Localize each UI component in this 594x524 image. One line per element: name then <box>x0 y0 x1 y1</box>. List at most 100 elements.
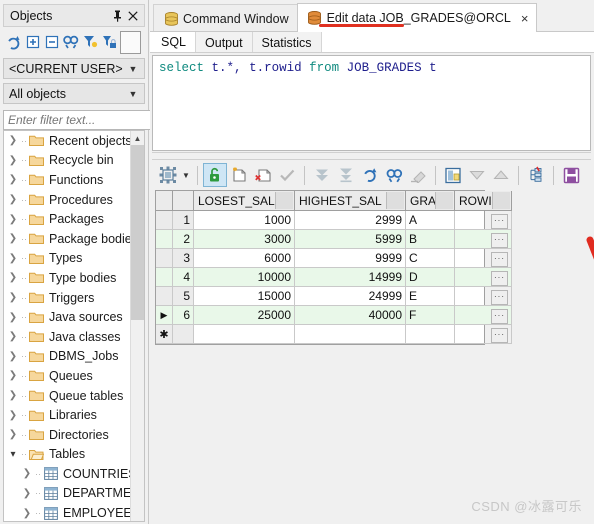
grid-column-header[interactable]: ROWID <box>454 191 512 211</box>
dropdown-caret-icon[interactable]: ▼ <box>180 171 192 180</box>
insert-record-icon[interactable] <box>227 163 251 187</box>
tree-item-java-classes[interactable]: ❯ ·· Java classes <box>4 327 131 347</box>
grid-cell-rowid[interactable]: ··· <box>454 248 512 268</box>
grid-cell[interactable]: 3000 <box>193 229 295 249</box>
rowid-expand-button[interactable]: ··· <box>491 308 508 324</box>
single-record-view-icon[interactable] <box>441 163 465 187</box>
result-tab-statistics[interactable]: Statistics <box>252 32 322 53</box>
save-icon[interactable] <box>559 163 583 187</box>
tree-item-directories[interactable]: ❯ ·· Directories <box>4 425 131 445</box>
chevron-right-icon[interactable]: ❯ <box>6 331 20 342</box>
find-icon[interactable] <box>63 33 80 52</box>
scrollbar-thumb[interactable] <box>131 145 144 320</box>
grid-cell[interactable]: 9999 <box>294 248 406 268</box>
tree-item-tables[interactable]: ▾ ·· Tables <box>4 445 131 465</box>
grid-cell[interactable]: D <box>405 267 455 287</box>
chevron-right-icon[interactable]: ❯ <box>6 292 20 303</box>
tree-item-departmen[interactable]: ❯·· DEPARTMEN <box>4 484 131 504</box>
grid-insert-row[interactable]: ✱ ··· <box>156 324 512 344</box>
tab-close-icon[interactable]: × <box>521 11 529 26</box>
grid-cell[interactable]: F <box>405 305 455 325</box>
tree-item-types[interactable]: ❯ ·· Types <box>4 249 131 269</box>
tree-item-recycle-bin[interactable]: ❯ ·· Recycle bin <box>4 151 131 171</box>
chevron-right-icon[interactable]: ❯ <box>6 410 20 421</box>
chevron-right-icon[interactable]: ❯ <box>6 135 20 146</box>
grid-cell[interactable]: 6000 <box>193 248 295 268</box>
table-row[interactable]: 4 10000 14999 D ··· <box>156 267 512 287</box>
tree-item-java-sources[interactable]: ❯ ·· Java sources <box>4 307 131 327</box>
tree-item-functions[interactable]: ❯ ·· Functions <box>4 170 131 190</box>
tree-item-dbms-jobs[interactable]: ❯ ·· DBMS_Jobs <box>4 347 131 367</box>
grid-cell[interactable]: E <box>405 286 455 306</box>
rowid-expand-button[interactable]: ··· <box>491 213 508 229</box>
chevron-right-icon[interactable]: ❯ <box>20 488 34 499</box>
fetch-next-page-icon[interactable] <box>310 163 334 187</box>
chevron-right-icon[interactable]: ❯ <box>6 272 20 283</box>
grid-cell[interactable] <box>405 324 455 344</box>
grid-cell[interactable] <box>193 324 295 344</box>
column-resize-handle[interactable] <box>435 192 453 209</box>
chevron-right-icon[interactable]: ❯ <box>20 508 34 519</box>
object-type-select[interactable]: All objects ▼ <box>3 83 145 104</box>
fetch-last-page-icon[interactable] <box>334 163 358 187</box>
column-resize-handle[interactable] <box>492 192 510 209</box>
chevron-right-icon[interactable]: ❯ <box>6 233 20 244</box>
column-resize-handle[interactable] <box>386 192 404 209</box>
chevron-right-icon[interactable]: ❯ <box>6 312 20 323</box>
grid-cell[interactable]: 10000 <box>193 267 295 287</box>
grid-cell-rowid[interactable]: ··· <box>454 210 512 230</box>
editor-splitter[interactable] <box>152 152 591 160</box>
collapse-all-icon[interactable] <box>43 33 60 52</box>
grid-cell[interactable]: 25000 <box>193 305 295 325</box>
rowid-expand-button[interactable]: ··· <box>491 289 508 305</box>
tree-item-recent-objects[interactable]: ❯ ·· Recent objects <box>4 131 131 151</box>
grid-cell[interactable]: 5999 <box>294 229 406 249</box>
chevron-right-icon[interactable]: ❯ <box>6 370 20 381</box>
chevron-right-icon[interactable]: ❯ <box>6 174 20 185</box>
grid-cell[interactable]: 40000 <box>294 305 406 325</box>
chevron-down-icon[interactable]: ▾ <box>6 449 20 460</box>
grid-cell-rowid[interactable]: ··· <box>454 324 512 344</box>
result-tab-output[interactable]: Output <box>196 32 253 53</box>
close-icon[interactable] <box>125 7 141 25</box>
window-tab-command-window[interactable]: Command Window <box>153 4 298 32</box>
grid-cell-rowid[interactable]: ··· <box>454 305 512 325</box>
grid-cell[interactable]: 15000 <box>193 286 295 306</box>
tree-scrollbar[interactable]: ▲ <box>130 131 144 521</box>
tree-item-package-bodies[interactable]: ❯ ·· Package bodies <box>4 229 131 249</box>
data-grid[interactable]: LOSEST_SAL HIGHEST_SAL GRA ROWID 110002999A… <box>155 190 512 345</box>
table-row[interactable]: 3 6000 9999 C ··· <box>156 248 512 268</box>
grid-cell[interactable]: 14999 <box>294 267 406 287</box>
table-row[interactable]: 2 3000 5999 B ··· <box>156 229 512 249</box>
grid-column-header[interactable]: LOSEST_SAL <box>193 191 295 211</box>
grid-cell[interactable]: 24999 <box>294 286 406 306</box>
grid-column-header[interactable]: GRA <box>405 191 455 211</box>
tree-item-libraries[interactable]: ❯ ·· Libraries <box>4 405 131 425</box>
user-select[interactable]: <CURRENT USER> ▼ <box>3 58 145 79</box>
column-resize-handle[interactable] <box>275 192 293 209</box>
grid-cell[interactable] <box>294 324 406 344</box>
refresh-icon[interactable] <box>358 163 382 187</box>
rowid-expand-button[interactable]: ··· <box>491 270 508 286</box>
grid-cell[interactable]: 1000 <box>193 210 295 230</box>
grid-cell-rowid[interactable]: ··· <box>454 229 512 249</box>
table-row[interactable]: 5 15000 24999 E ··· <box>156 286 512 306</box>
lock-filter-icon[interactable] <box>101 33 118 52</box>
grid-column-header[interactable]: HIGHEST_SAL <box>294 191 406 211</box>
grid-cell-rowid[interactable]: ··· <box>454 267 512 287</box>
tree-item-procedures[interactable]: ❯ ·· Procedures <box>4 190 131 210</box>
chevron-right-icon[interactable]: ❯ <box>6 155 20 166</box>
window-tab-edit-data[interactable]: Edit data JOB_GRADES@ORCL × <box>296 3 538 32</box>
chevron-right-icon[interactable]: ❯ <box>6 351 20 362</box>
result-tab-sql[interactable]: SQL <box>152 32 197 53</box>
expand-all-icon[interactable] <box>24 33 41 52</box>
tree-item-queue-tables[interactable]: ❯ ·· Queue tables <box>4 386 131 406</box>
refresh-icon[interactable] <box>5 33 22 52</box>
tree-item-type-bodies[interactable]: ❯ ·· Type bodies <box>4 268 131 288</box>
table-row[interactable]: 1 1000 2999 A ··· <box>156 210 512 230</box>
chevron-right-icon[interactable]: ❯ <box>6 390 20 401</box>
tree-item-packages[interactable]: ❯ ·· Packages <box>4 209 131 229</box>
chevron-right-icon[interactable]: ❯ <box>6 194 20 205</box>
tree-item-employees[interactable]: ❯·· EMPLOYEES <box>4 503 131 521</box>
chevron-right-icon[interactable]: ❯ <box>6 429 20 440</box>
